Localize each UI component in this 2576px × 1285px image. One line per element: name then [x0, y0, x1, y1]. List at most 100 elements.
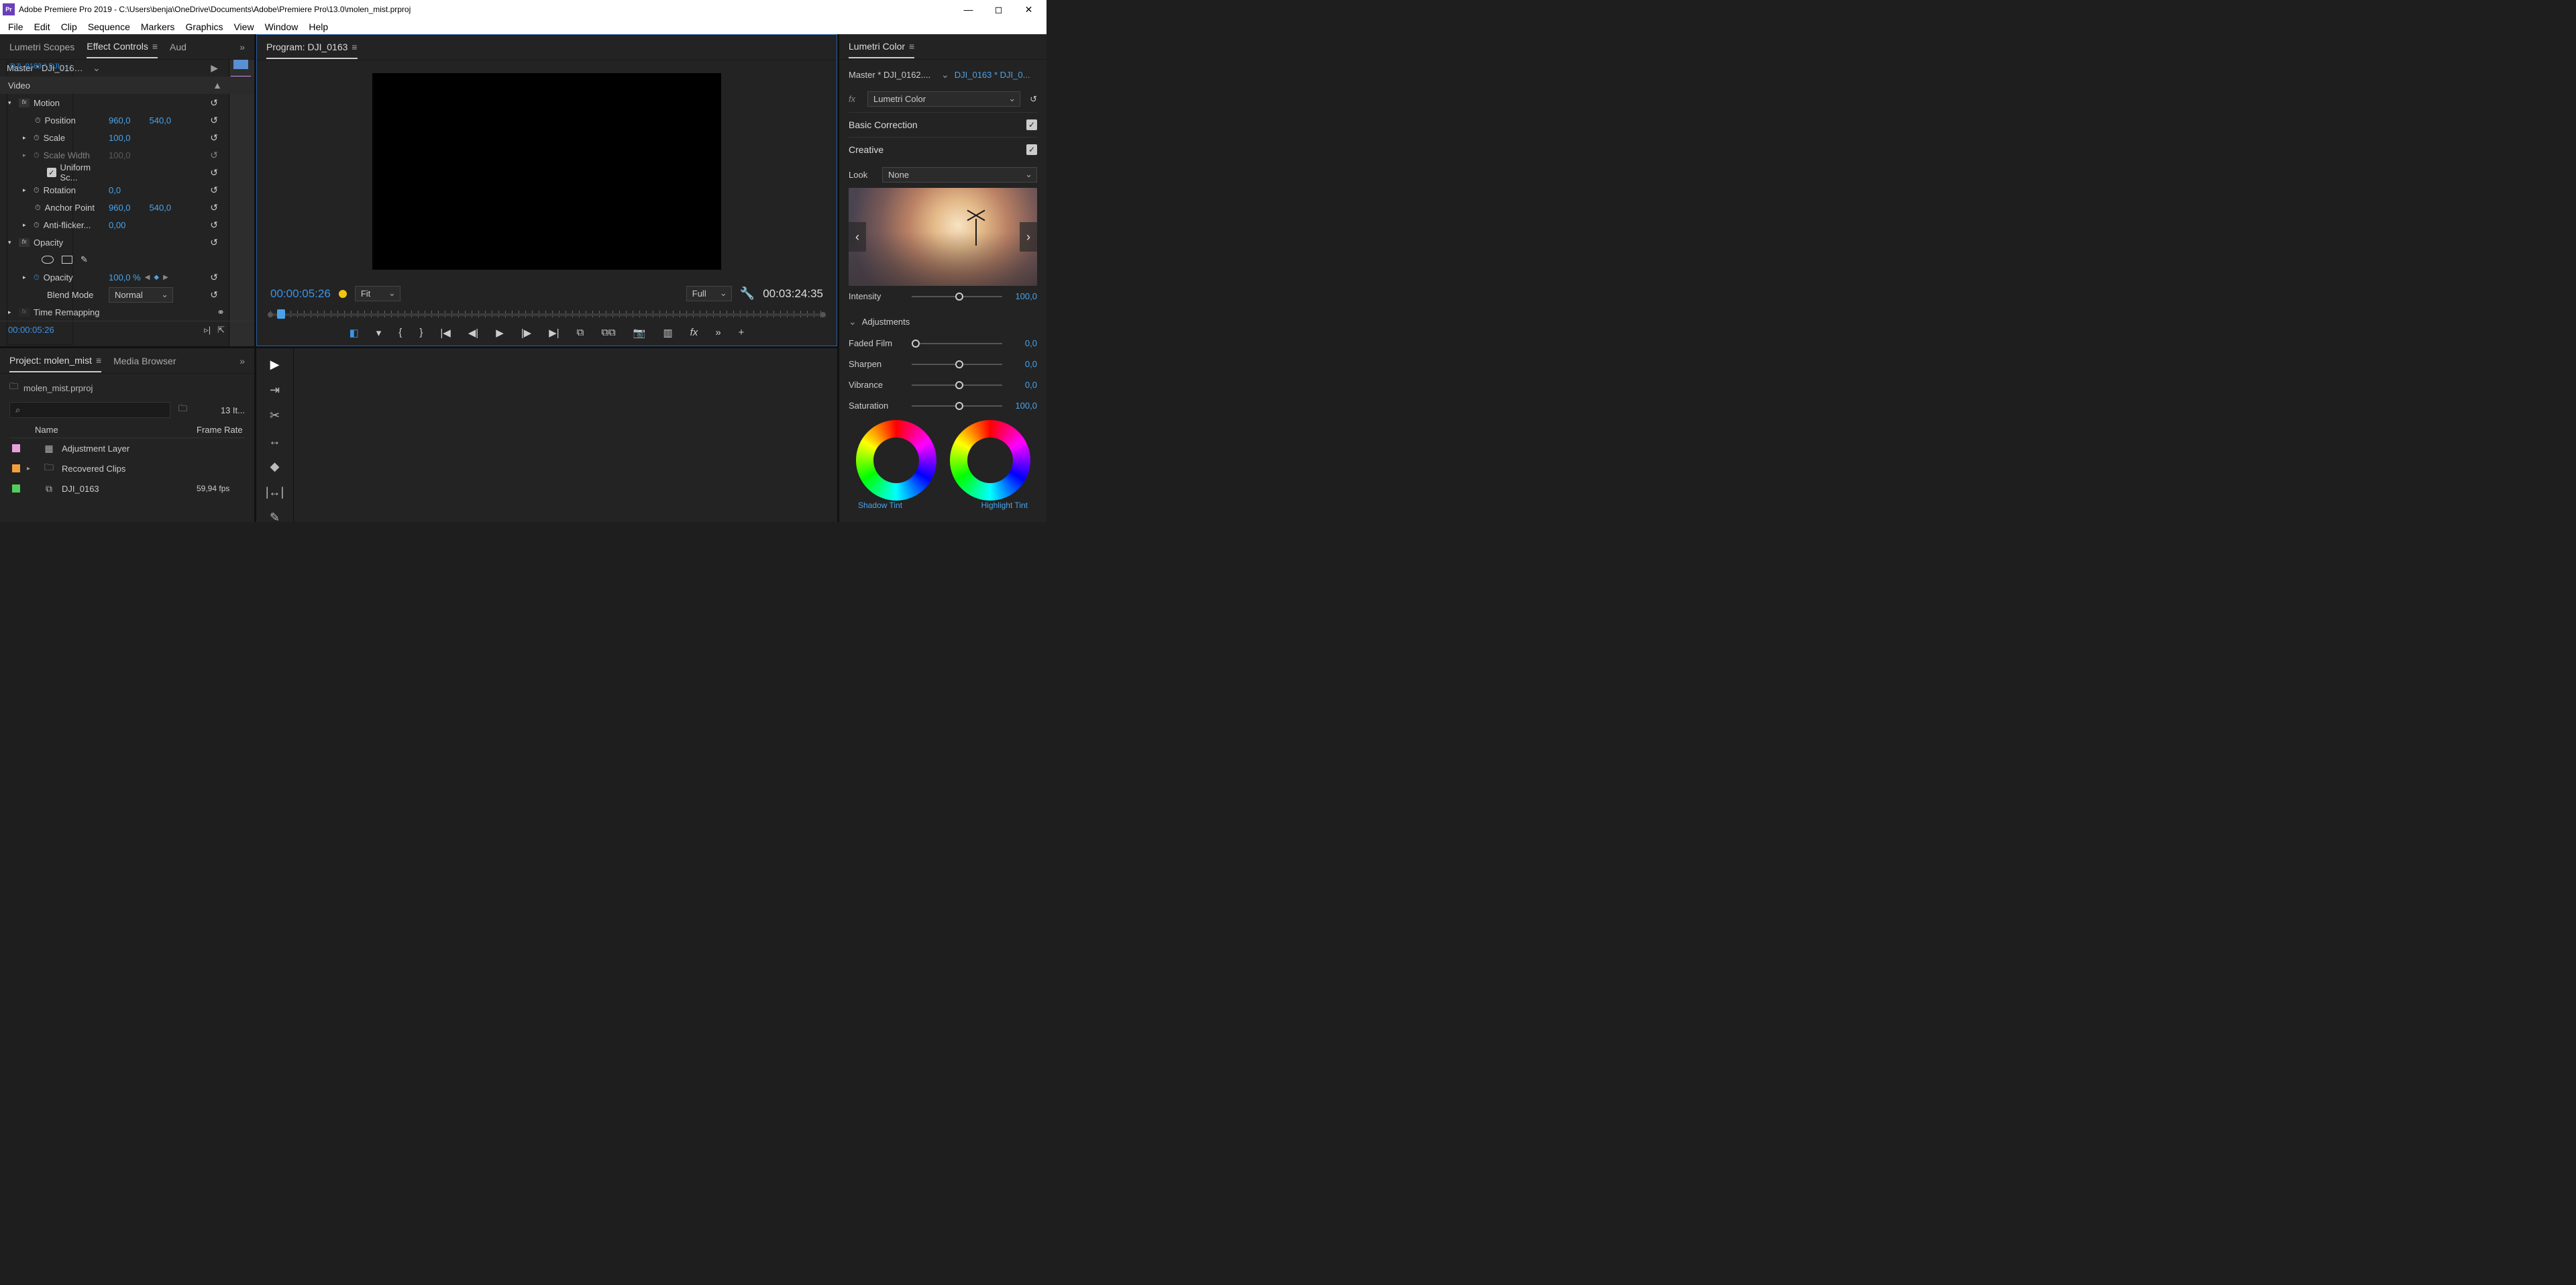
- add-button-icon[interactable]: +: [739, 327, 745, 339]
- scrub-handle[interactable]: [277, 309, 285, 319]
- tab-project[interactable]: Project: molen_mist≡: [9, 350, 101, 372]
- close-button[interactable]: ✕: [1014, 0, 1044, 19]
- wrench-settings-icon[interactable]: 🔧: [740, 287, 755, 301]
- uniform-scale-checkbox[interactable]: ✓: [47, 168, 56, 177]
- bin-icon[interactable]: 🗀: [9, 380, 18, 395]
- shadow-tint-wheel[interactable]: [856, 420, 936, 501]
- new-bin-icon[interactable]: 🗀: [178, 403, 187, 417]
- saturation-value[interactable]: 100,0: [1008, 401, 1037, 411]
- step-back-icon[interactable]: ◀|: [468, 327, 478, 339]
- scale-value[interactable]: 100,0: [109, 133, 131, 143]
- pen-mask-icon[interactable]: ✎: [80, 254, 88, 265]
- play-icon[interactable]: ▶: [211, 62, 218, 74]
- chevron-down-icon[interactable]: ⌄: [93, 62, 101, 74]
- reset-icon[interactable]: ↺: [210, 115, 218, 126]
- stopwatch-icon[interactable]: [35, 115, 41, 125]
- twisty-icon[interactable]: ▸: [23, 221, 30, 229]
- reset-icon[interactable]: ↺: [210, 272, 218, 283]
- chevron-down-icon[interactable]: ⌄: [941, 69, 949, 81]
- add-keyframe-icon[interactable]: ◆: [154, 274, 159, 281]
- menu-graphics[interactable]: Graphics: [180, 20, 228, 34]
- label-swatch[interactable]: [12, 444, 20, 452]
- twisty-icon[interactable]: ▸: [27, 465, 36, 472]
- fx-badge-icon[interactable]: fx: [19, 99, 30, 107]
- blend-mode-select[interactable]: Normal: [109, 287, 173, 303]
- sharpen-value[interactable]: 0,0: [1008, 359, 1037, 369]
- twisty-icon[interactable]: ⌄: [849, 316, 857, 327]
- menu-edit[interactable]: Edit: [29, 20, 56, 34]
- col-framerate-header[interactable]: Frame Rate: [197, 425, 245, 435]
- next-keyframe-icon[interactable]: ▶: [163, 274, 168, 281]
- anti-flicker-value[interactable]: 0,00: [109, 220, 125, 230]
- menu-file[interactable]: File: [3, 20, 29, 34]
- twisty-icon[interactable]: ▾: [8, 239, 15, 246]
- highlight-tint-wheel[interactable]: [950, 420, 1030, 501]
- panel-overflow-icon[interactable]: »: [239, 356, 245, 366]
- tab-effect-controls[interactable]: Effect Controls≡: [87, 36, 158, 58]
- razor-tool-icon[interactable]: ◆: [265, 458, 285, 474]
- twisty-icon[interactable]: ▾: [8, 99, 15, 107]
- opacity-value[interactable]: 100,0 %: [109, 272, 141, 282]
- menu-help[interactable]: Help: [303, 20, 333, 34]
- reset-icon[interactable]: ↺: [210, 202, 218, 213]
- reset-icon[interactable]: ↺: [210, 132, 218, 144]
- ripple-tool-icon[interactable]: ✂: [265, 407, 285, 423]
- program-playhead-timecode[interactable]: 00:00:05:26: [270, 287, 331, 301]
- resolution-select[interactable]: Full: [686, 286, 732, 301]
- fx-badge-icon[interactable]: fx: [19, 238, 30, 247]
- vibrance-value[interactable]: 0,0: [1008, 380, 1037, 390]
- scrub-end-dot[interactable]: [820, 312, 826, 317]
- rect-mask-icon[interactable]: [62, 256, 72, 264]
- menu-sequence[interactable]: Sequence: [83, 20, 136, 34]
- saturation-slider[interactable]: [912, 405, 1002, 407]
- col-name-header[interactable]: Name: [9, 425, 197, 435]
- panel-overflow-icon[interactable]: »: [239, 42, 245, 52]
- tab-program[interactable]: Program: DJI_0163≡: [266, 36, 358, 59]
- extract-icon[interactable]: ⧉⧉: [601, 327, 615, 339]
- program-scrubber[interactable]: [270, 308, 823, 321]
- project-item[interactable]: ▦ Adjustment Layer: [9, 438, 245, 458]
- fx-badge-icon[interactable]: fx: [19, 308, 30, 317]
- slip-tool-icon[interactable]: |↔|: [265, 484, 285, 500]
- reset-icon[interactable]: ↺: [210, 219, 218, 231]
- go-to-in-icon[interactable]: |◀: [440, 327, 450, 339]
- reset-icon[interactable]: ↺: [210, 97, 218, 109]
- twisty-icon[interactable]: ▸: [23, 134, 30, 142]
- ellipse-mask-icon[interactable]: [42, 256, 54, 264]
- menu-view[interactable]: View: [228, 20, 259, 34]
- track-select-tool-icon[interactable]: ⇥: [265, 382, 285, 398]
- basic-correction-label[interactable]: Basic Correction: [849, 119, 918, 130]
- stopwatch-icon[interactable]: [34, 132, 40, 143]
- twisty-icon[interactable]: ▸: [8, 309, 15, 316]
- overflow-icon[interactable]: »: [715, 327, 720, 339]
- export-frame-icon[interactable]: 📷: [633, 327, 646, 339]
- zoom-fit-select[interactable]: Fit: [355, 286, 400, 301]
- lift-icon[interactable]: ⧉: [577, 327, 584, 339]
- rotation-value[interactable]: 0,0: [109, 185, 121, 195]
- intensity-value[interactable]: 100,0: [1008, 291, 1037, 301]
- sharpen-slider[interactable]: [912, 364, 1002, 365]
- label-swatch[interactable]: [12, 464, 20, 472]
- reset-icon[interactable]: ↺: [210, 185, 218, 196]
- basic-correction-checkbox[interactable]: ✓: [1026, 119, 1037, 130]
- go-to-out-icon[interactable]: ▶|: [549, 327, 559, 339]
- reset-icon[interactable]: ↺: [210, 237, 218, 248]
- stopwatch-icon[interactable]: [34, 219, 40, 230]
- effect-controls-timecode[interactable]: 00:00:05:26: [8, 325, 54, 335]
- collapse-icon[interactable]: ▲: [213, 80, 222, 91]
- ripple-edit-tool-icon[interactable]: ↔: [265, 433, 285, 449]
- label-swatch[interactable]: [12, 484, 20, 493]
- project-item[interactable]: ▸ 🗀 Recovered Clips: [9, 458, 245, 478]
- reset-icon[interactable]: ↺: [210, 167, 218, 178]
- prev-look-icon[interactable]: ‹: [849, 222, 866, 252]
- menu-markers[interactable]: Markers: [136, 20, 180, 34]
- lumetri-effect-select[interactable]: Lumetri Color: [867, 91, 1020, 107]
- position-y[interactable]: 540,0: [150, 115, 172, 125]
- next-look-icon[interactable]: ›: [1020, 222, 1037, 252]
- fx-icon[interactable]: fx: [849, 94, 862, 104]
- fx-icon[interactable]: fx: [690, 327, 698, 339]
- stopwatch-icon[interactable]: [34, 272, 40, 282]
- creative-label[interactable]: Creative: [849, 144, 883, 155]
- intensity-slider[interactable]: [912, 296, 1002, 297]
- faded-film-value[interactable]: 0,0: [1008, 338, 1037, 348]
